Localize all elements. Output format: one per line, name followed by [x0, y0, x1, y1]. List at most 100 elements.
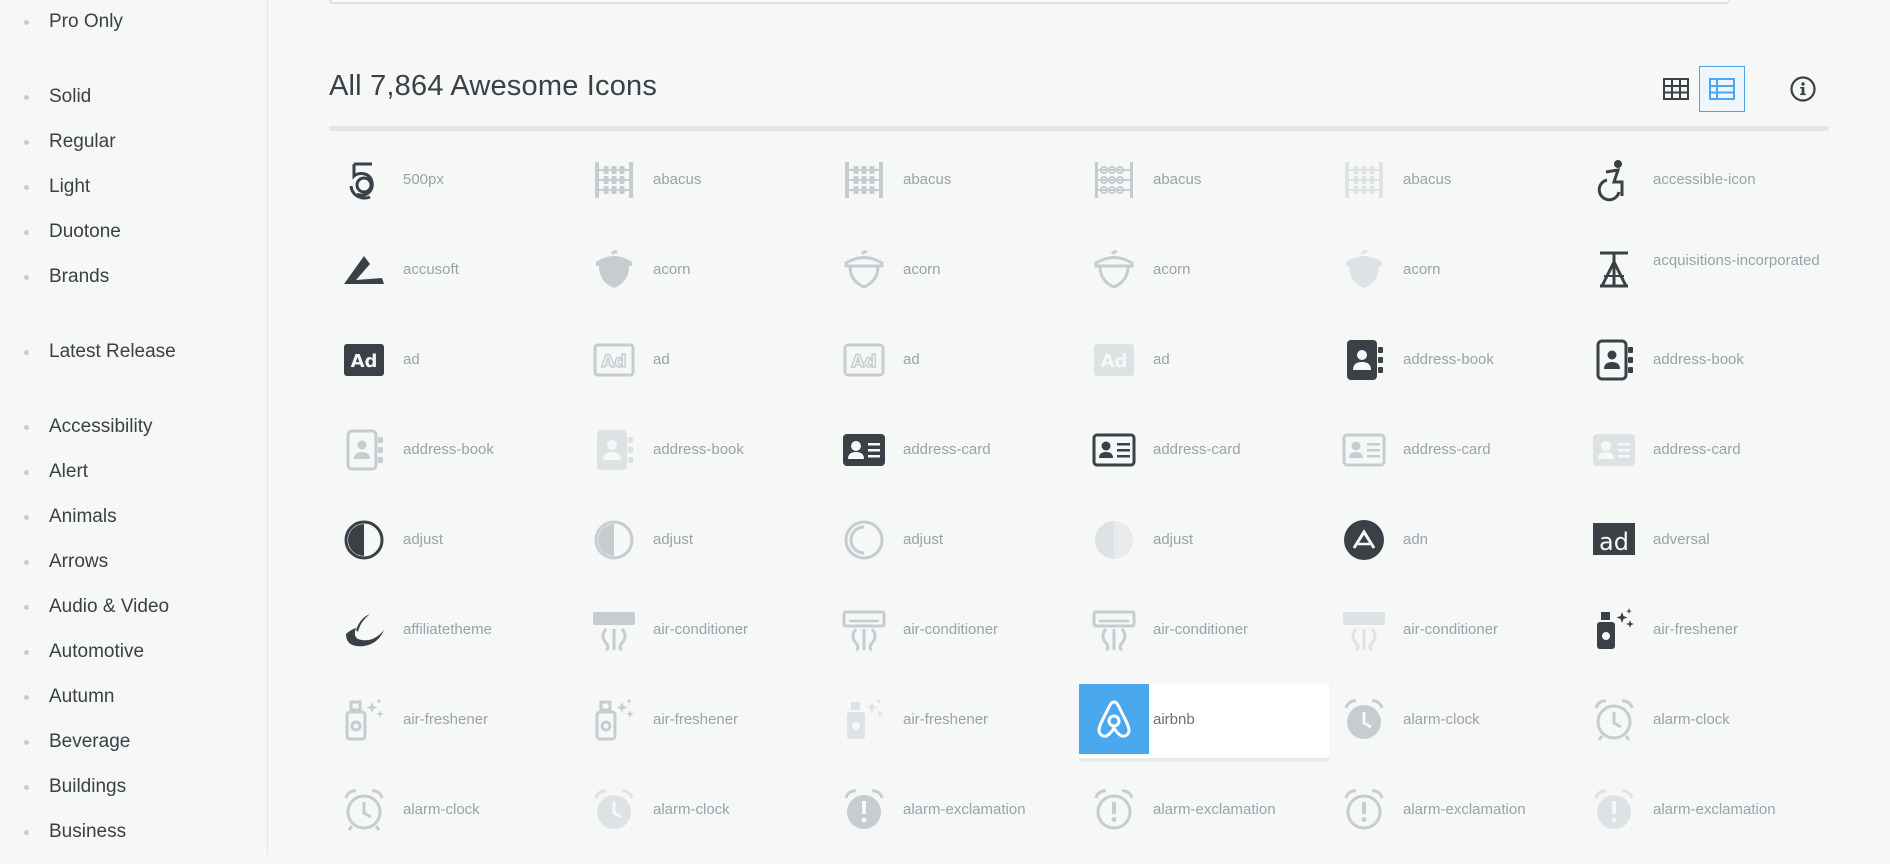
icon-tile-adn[interactable]: adn — [1329, 504, 1579, 578]
icon-tile-adjust[interactable]: adjust — [1079, 504, 1329, 578]
icon-tile-label: ad — [903, 351, 920, 368]
icon-tile-adjust[interactable]: adjust — [829, 504, 1079, 578]
sidebar-item-light[interactable]: Light — [0, 169, 267, 205]
sidebar-item-label: Latest Release — [49, 341, 176, 362]
icon-tile-label: 500px — [403, 171, 444, 188]
bullet — [24, 20, 29, 25]
info-circle-icon — [1790, 76, 1816, 102]
bullet — [24, 95, 29, 100]
icon-tile-label: alarm-clock — [653, 801, 730, 818]
sidebar-item-animals[interactable]: Animals — [0, 499, 267, 535]
icon-tile-alarm-exclamation[interactable]: alarm-exclamation — [1579, 774, 1829, 848]
icon-tile-label: air-freshener — [403, 711, 489, 728]
icon-tile-address-card[interactable]: address-card — [1079, 414, 1329, 488]
icon-tile-address-book[interactable]: address-book — [1579, 324, 1829, 398]
icon-tile-label: acorn — [1403, 261, 1441, 278]
sidebar-item-brands[interactable]: Brands — [0, 259, 267, 295]
sidebar-item-regular[interactable]: Regular — [0, 124, 267, 160]
icon-tile-adjust[interactable]: adjust — [329, 504, 579, 578]
adjust-solid-icon — [342, 518, 386, 562]
icon-tile-air-freshener[interactable]: air-freshener — [579, 684, 829, 758]
sidebar-item-alert[interactable]: Alert — [0, 454, 267, 490]
icon-tile-label: ad — [1153, 351, 1170, 368]
grid-view-button[interactable] — [1653, 66, 1699, 112]
search-input[interactable] — [329, 0, 1730, 4]
icon-tile-alarm-exclamation[interactable]: alarm-exclamation — [1079, 774, 1329, 848]
bullet — [24, 185, 29, 190]
sidebar-item-beverage[interactable]: Beverage — [0, 724, 267, 760]
icon-tile-air-freshener[interactable]: air-freshener — [829, 684, 1079, 758]
icon-tile-label: abacus — [903, 171, 952, 188]
icon-tile-address-card[interactable]: address-card — [829, 414, 1079, 488]
sidebar-item-duotone[interactable]: Duotone — [0, 214, 267, 250]
icon-tile-address-card[interactable]: address-card — [1579, 414, 1829, 488]
icon-tile-adversal[interactable]: ad adversal — [1579, 504, 1829, 578]
icon-tile-address-book[interactable]: address-book — [579, 414, 829, 488]
info-button[interactable] — [1780, 66, 1826, 112]
icon-tile-accessible-icon[interactable]: accessible-icon — [1579, 144, 1829, 218]
bullet — [24, 470, 29, 475]
icon-tile-air-conditioner[interactable]: air-conditioner — [1079, 594, 1329, 668]
icon-tile-acorn[interactable]: acorn — [1329, 234, 1579, 308]
icon-tile-address-book[interactable]: address-book — [329, 414, 579, 488]
icon-tile-label: adn — [1403, 531, 1429, 548]
ad-outline-icon: Ad — [842, 338, 886, 382]
icon-tile-alarm-clock[interactable]: alarm-clock — [329, 774, 579, 848]
icon-tile-alarm-exclamation[interactable]: alarm-exclamation — [829, 774, 1079, 848]
sidebar: Pro Only Solid Regular Light Duotone Bra… — [0, 0, 268, 854]
sidebar-item-solid[interactable]: Solid — [0, 79, 267, 115]
icon-tile-adjust[interactable]: adjust — [579, 504, 829, 578]
icon-tile-acorn[interactable]: acorn — [579, 234, 829, 308]
sidebar-item-buildings[interactable]: Buildings — [0, 769, 267, 805]
icon-tile-ad[interactable]: Ad ad — [1079, 324, 1329, 398]
icon-tile-ad[interactable]: Ad ad — [829, 324, 1079, 398]
icon-tile-air-conditioner[interactable]: air-conditioner — [1329, 594, 1579, 668]
icon-tile-alarm-exclamation[interactable]: alarm-exclamation — [1329, 774, 1579, 848]
icon-tile-alarm-clock[interactable]: alarm-clock — [1579, 684, 1829, 758]
icon-tile-label: address-card — [1403, 441, 1491, 458]
icon-tile-label: alarm-exclamation — [903, 801, 1026, 818]
icon-tile-label: air-conditioner — [1153, 621, 1249, 638]
svg-text:Ad: Ad — [851, 352, 876, 372]
icon-tile-abacus[interactable]: abacus — [1329, 144, 1579, 218]
icon-tile-air-conditioner[interactable]: air-conditioner — [829, 594, 1079, 668]
icon-tile-air-freshener[interactable]: air-freshener — [1579, 594, 1829, 668]
icon-tile-abacus[interactable]: abacus — [829, 144, 1079, 218]
icon-tile-air-conditioner[interactable]: air-conditioner — [579, 594, 829, 668]
sidebar-item-autumn[interactable]: Autumn — [0, 679, 267, 715]
icon-tile-ad[interactable]: Ad ad — [579, 324, 829, 398]
icon-tile-label: ad — [653, 351, 670, 368]
icon-tile-airbnb[interactable]: airbnb — [1079, 684, 1329, 758]
icon-tile-abacus[interactable]: abacus — [579, 144, 829, 218]
icon-tile-abacus[interactable]: abacus — [1079, 144, 1329, 218]
sidebar-item-audio-video[interactable]: Audio & Video — [0, 589, 267, 625]
list-view-button[interactable] — [1699, 66, 1745, 112]
icon-tile-acorn[interactable]: acorn — [829, 234, 1079, 308]
icon-tile-500px[interactable]: 500px — [329, 144, 579, 218]
sidebar-item-pro-only[interactable]: Pro Only — [0, 4, 267, 40]
bullet — [24, 275, 29, 280]
sidebar-item-label: Beverage — [49, 731, 131, 752]
icon-tile-affiliatetheme[interactable]: affiliatetheme — [329, 594, 579, 668]
icon-tile-acorn[interactable]: acorn — [1079, 234, 1329, 308]
sidebar-item-accessibility[interactable]: Accessibility — [0, 409, 267, 445]
sidebar-item-arrows[interactable]: Arrows — [0, 544, 267, 580]
icon-tile-accusoft[interactable]: accusoft — [329, 234, 579, 308]
icon-tile-label: address-book — [1403, 351, 1494, 368]
icon-tile-ad[interactable]: Ad ad — [329, 324, 579, 398]
icon-tile-label: alarm-clock — [403, 801, 480, 818]
sidebar-item-business[interactable]: Business — [0, 814, 267, 850]
icon-tile-alarm-clock[interactable]: alarm-clock — [579, 774, 829, 848]
sidebar-item-label: Business — [49, 821, 127, 842]
ac-outline-icon — [842, 608, 886, 652]
bullet — [24, 515, 29, 520]
book-outline-icon — [1592, 338, 1636, 382]
icon-tile-air-freshener[interactable]: air-freshener — [329, 684, 579, 758]
freshener-icon — [1592, 608, 1636, 652]
icon-tile-address-book[interactable]: address-book — [1329, 324, 1579, 398]
icon-tile-alarm-clock[interactable]: alarm-clock — [1329, 684, 1579, 758]
icon-tile-address-card[interactable]: address-card — [1329, 414, 1579, 488]
icon-tile-acquisitions-incorporated[interactable]: acquisitions-incorporated — [1579, 234, 1829, 308]
sidebar-item-automotive[interactable]: Automotive — [0, 634, 267, 670]
sidebar-item-latest-release[interactable]: Latest Release — [0, 334, 267, 370]
